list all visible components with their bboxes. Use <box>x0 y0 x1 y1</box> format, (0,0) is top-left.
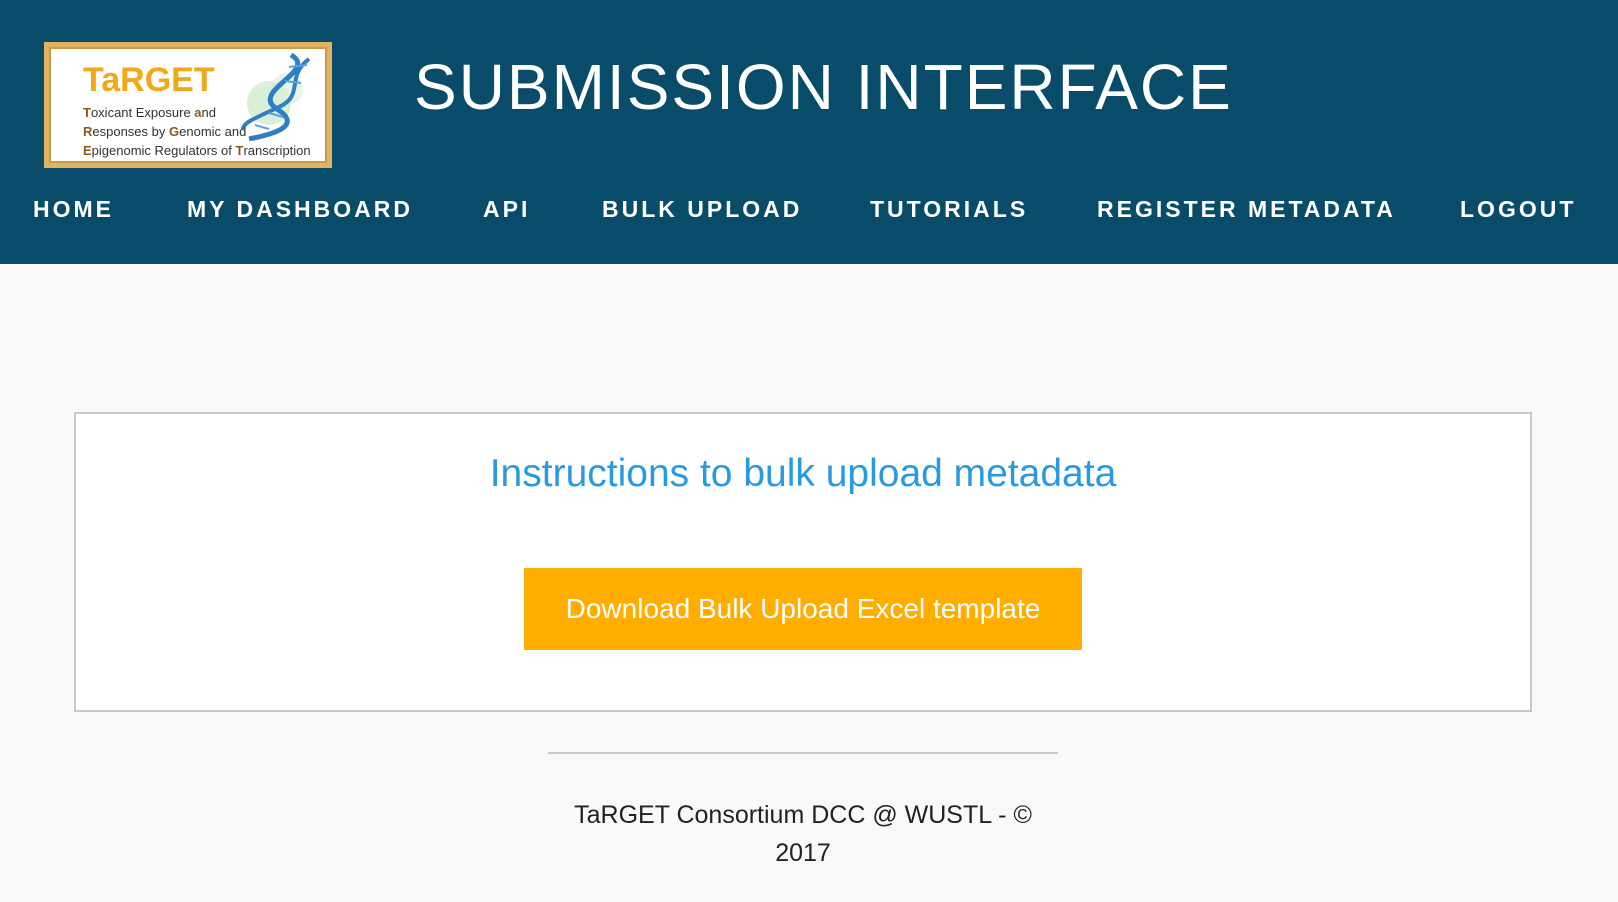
logo-initial: G <box>169 124 180 139</box>
logo-title: TaRGET <box>83 61 215 99</box>
logo-line: Responses by Genomic and <box>83 122 311 141</box>
nav-logout[interactable]: LOGOUT <box>1460 196 1576 223</box>
footer-year: 2017 <box>775 839 831 867</box>
logo-initial: T <box>83 105 91 120</box>
logo-initial: E <box>83 143 92 158</box>
main-nav: HOME MY DASHBOARD API BULK UPLOAD TUTORI… <box>0 196 1618 236</box>
logo-initial: R <box>83 124 93 139</box>
target-logo[interactable]: TaRGET Toxicant Exposure and Responses b… <box>44 42 332 168</box>
site-header: TaRGET Toxicant Exposure and Responses b… <box>0 0 1618 264</box>
nav-my-dashboard[interactable]: MY DASHBOARD <box>187 196 413 223</box>
logo-text: esponses by <box>92 124 169 139</box>
logo-text: ranscription <box>243 143 311 158</box>
footer-text: TaRGET Consortium DCC @ WUSTL - © <box>574 801 1032 829</box>
logo-line: Toxicant Exposure and <box>83 103 311 122</box>
nav-register-metadata[interactable]: REGISTER METADATA <box>1097 196 1396 223</box>
footer-divider <box>548 752 1058 754</box>
nav-home[interactable]: HOME <box>33 196 114 223</box>
panel-heading: Instructions to bulk upload metadata <box>489 452 1117 495</box>
logo-text: oxicant Exposure <box>90 105 195 120</box>
nav-api[interactable]: API <box>483 196 530 223</box>
footer: TaRGET Consortium DCC @ WUSTL - © 2017 <box>548 796 1058 872</box>
download-template-button[interactable]: Download Bulk Upload Excel template <box>524 568 1082 650</box>
bulk-upload-panel: Instructions to bulk upload metadata Dow… <box>74 412 1532 712</box>
logo-text: pigenomic Regulators of <box>91 143 236 158</box>
logo-initial: a <box>194 105 202 120</box>
nav-tutorials[interactable]: TUTORIALS <box>870 196 1028 223</box>
page-title: SUBMISSION INTERFACE <box>414 51 1233 123</box>
logo-text: enomic and <box>179 124 247 139</box>
logo-line: Epigenomic Regulators of Transcription <box>83 141 311 160</box>
logo-text: nd <box>201 105 216 120</box>
nav-bulk-upload[interactable]: BULK UPLOAD <box>602 196 802 223</box>
logo-tagline: Toxicant Exposure and Responses by Genom… <box>83 103 311 160</box>
